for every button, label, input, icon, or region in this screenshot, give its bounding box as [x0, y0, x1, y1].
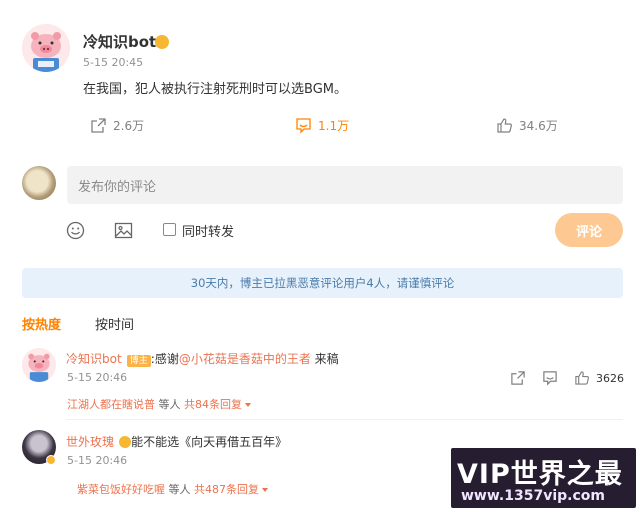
submit-comment-button[interactable]: 评论: [555, 213, 623, 247]
share-button[interactable]: 2.6万: [90, 117, 144, 134]
comment-avatar[interactable]: [22, 348, 56, 382]
chevron-down-icon: [245, 403, 251, 407]
comment-placeholder: 发布你的评论: [78, 179, 157, 195]
reply-count[interactable]: 共487条回复: [194, 483, 259, 496]
share-count: 2.6万: [113, 119, 145, 133]
thumbs-up-icon: [497, 118, 512, 133]
comment-author[interactable]: 冷知识bot: [66, 352, 122, 366]
sort-by-time-tab[interactable]: 按时间: [95, 314, 134, 333]
comment-like-count: 3626: [596, 371, 624, 385]
chevron-down-icon: [262, 488, 268, 492]
blogger-tag: 博主: [126, 355, 151, 367]
comment-time: 5-15 20:46: [67, 454, 128, 467]
reply-user[interactable]: 江湖人都在瞎说普: [67, 398, 155, 411]
verified-badge-icon: [46, 455, 56, 465]
share-icon: [511, 371, 525, 385]
comment-icon: [296, 118, 311, 134]
vip-badge-icon: [119, 435, 132, 448]
post-text: 在我国，犯人被执行注射死刑时可以选BGM。: [83, 82, 347, 97]
comment-prefix: :感谢: [150, 352, 179, 366]
comment-line: 冷知识bot 博主:感谢@小花菇是香菇中的王者 来稿: [66, 348, 339, 367]
reply-summary[interactable]: 江湖人都在瞎说普 等人 共84条回复: [67, 396, 251, 412]
vip-badge-icon: [155, 35, 169, 49]
post-time[interactable]: 5-15 20:45: [83, 56, 143, 69]
reply-count[interactable]: 共84条回复: [184, 398, 242, 411]
reply-user[interactable]: 紫菜包饭好好吃喔: [77, 483, 165, 496]
comment-count: 1.1万: [318, 119, 350, 133]
thumbs-up-icon: [575, 371, 590, 385]
watermark-url: www.1357vip.com: [461, 488, 605, 504]
comment-reply-button[interactable]: [542, 370, 558, 390]
comment-line: 世外玫瑰 能不能选《向天再借五百年》: [66, 431, 287, 450]
sort-by-hot-tab[interactable]: 按热度: [22, 314, 61, 333]
reply-mid: 等人: [155, 398, 184, 411]
reply-summary[interactable]: 紫菜包饭好好吃喔 等人 共487条回复: [77, 481, 268, 497]
image-button[interactable]: [114, 221, 133, 244]
comment-divider: [66, 419, 623, 420]
reply-mid: 等人: [165, 483, 194, 496]
comment-mention-link[interactable]: @小花菇是香菇中的王者: [179, 352, 311, 366]
comment-like-button[interactable]: 3626: [574, 370, 624, 386]
post-author-name[interactable]: 冷知识bot: [83, 31, 156, 52]
like-button[interactable]: 34.6万: [496, 117, 558, 134]
comment-author[interactable]: 世外玫瑰: [66, 435, 114, 449]
repost-label[interactable]: 同时转发: [182, 221, 234, 240]
my-avatar: [22, 166, 56, 200]
comment-icon: [543, 371, 557, 386]
blacklist-notice: 30天内，博主已拉黑恶意评论用户4人，请谨慎评论: [22, 268, 623, 298]
repost-checkbox[interactable]: [163, 223, 176, 236]
emoji-button[interactable]: [66, 221, 85, 244]
comment-time: 5-15 20:46: [67, 371, 128, 384]
watermark-logo: VIP世界之最 www.1357vip.com: [451, 448, 636, 508]
share-icon: [91, 118, 106, 133]
watermark-main-text: VIP世界之最: [457, 459, 623, 490]
comment-text: 能不能选《向天再借五百年》: [131, 435, 288, 449]
comment-suffix: 来稿: [310, 352, 339, 366]
like-count: 34.6万: [519, 119, 558, 133]
comment-button[interactable]: 1.1万: [295, 117, 349, 134]
author-avatar[interactable]: [22, 24, 70, 72]
comment-input[interactable]: 发布你的评论: [67, 166, 623, 204]
pig-avatar-icon: [22, 348, 56, 382]
pig-avatar-icon: [22, 24, 70, 72]
image-icon: [114, 222, 133, 239]
emoji-icon: [66, 221, 85, 240]
comment-share-button[interactable]: [510, 370, 526, 390]
